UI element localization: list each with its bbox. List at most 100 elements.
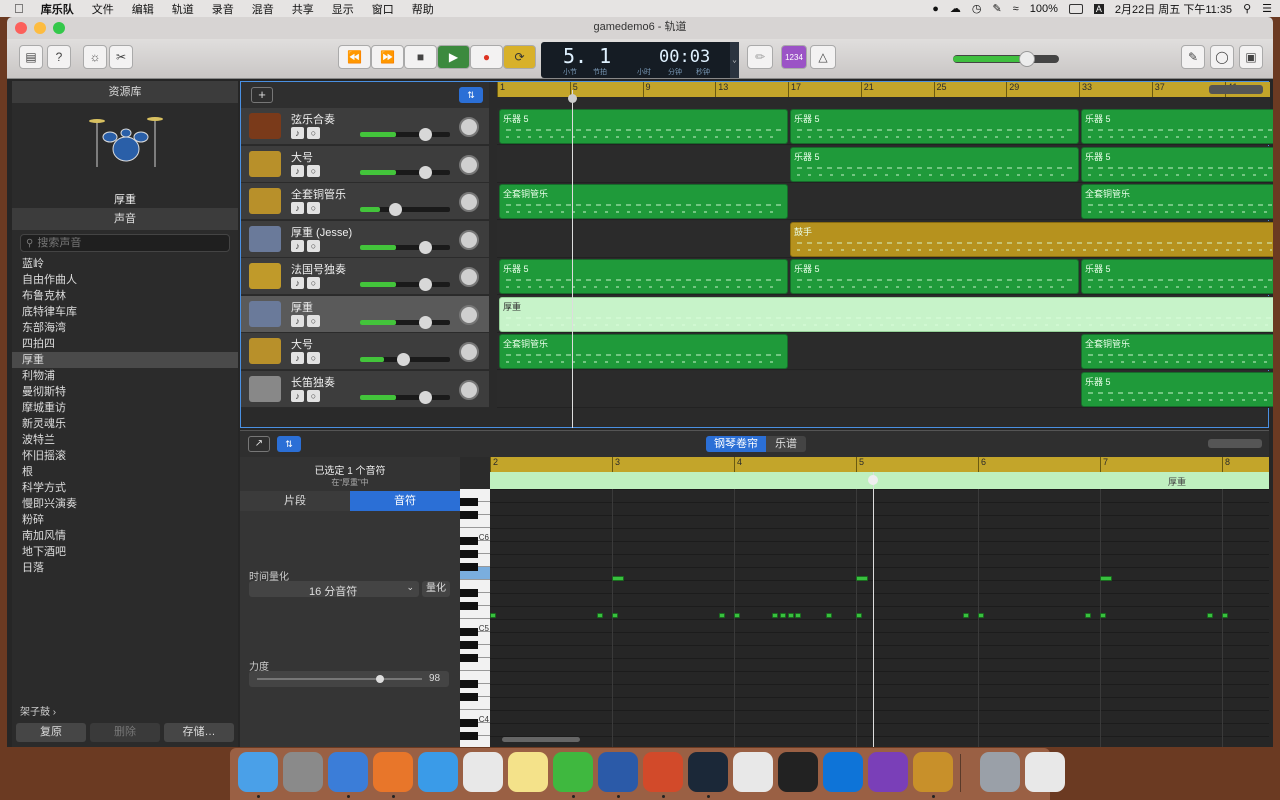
pan-knob[interactable] [459,192,479,212]
record-button[interactable]: ● [470,45,503,69]
notification-center-icon[interactable]: ☰ [1262,2,1272,15]
headphones-icon[interactable]: ○ [307,202,320,214]
midi-note[interactable] [1085,613,1091,618]
region[interactable]: 全套铜管乐 [1081,184,1273,219]
headphones-icon[interactable]: ○ [307,314,320,327]
close-window-button[interactable] [15,22,27,34]
dock-icon-废纸篓[interactable] [1025,752,1065,792]
region[interactable]: 乐器 5 [790,146,1079,182]
mute-icon[interactable]: ♪ [291,389,304,402]
region[interactable]: 乐器 5 [1081,146,1273,182]
dock-icon-launchpad[interactable] [283,752,323,792]
sound-item[interactable]: 布鲁克林 [12,288,238,304]
zoom-slider[interactable] [1209,85,1263,94]
midi-note[interactable] [490,613,496,618]
minimize-window-button[interactable] [34,22,46,34]
headphones-icon[interactable]: ○ [307,127,320,139]
sound-item[interactable]: 南加风情 [12,528,238,544]
piano-black-key[interactable] [460,641,478,649]
piano-black-key[interactable] [460,563,478,571]
dock-icon-word[interactable] [598,752,638,792]
editor-region-bar[interactable]: 厚重 [490,472,1269,489]
pan-knob[interactable] [459,267,479,287]
metronome-button[interactable]: △ [810,45,836,69]
piano-black-key[interactable] [460,498,478,506]
stop-button[interactable]: ■ [404,45,437,69]
media-browser-button[interactable]: ▣ [1239,45,1263,69]
editor-zoom-slider[interactable] [1208,439,1262,448]
play-button[interactable]: ▶ [437,45,470,69]
midi-note[interactable] [612,613,618,618]
kit-breadcrumb[interactable]: 架子鼓 › [12,704,238,722]
dock-icon-teamviewer[interactable] [823,752,863,792]
midi-note[interactable] [856,576,868,581]
master-volume-slider[interactable] [953,51,1059,67]
piano-keyboard[interactable]: C6 C5 C4 [460,489,490,747]
apple-menu-icon[interactable]:  [0,1,32,16]
menu-mix[interactable]: 混音 [243,1,283,17]
piano-black-key[interactable] [460,628,478,636]
region[interactable]: 乐器 5 [790,109,1079,144]
wifi-icon[interactable]: ≈ [1013,3,1019,15]
dock-icon-qq浏览器[interactable] [328,752,368,792]
headphones-icon[interactable]: ○ [307,277,320,289]
track-volume-slider[interactable] [360,203,450,216]
track-header[interactable]: 长笛独奏 ♪ ○ [241,370,489,408]
tab-score[interactable]: 乐谱 [766,436,806,452]
tab-piano-roll[interactable]: 钢琴卷帘 [706,436,766,452]
track-header[interactable]: 厚重 ♪ ○ [241,295,489,333]
sound-item[interactable]: 地下酒吧 [12,544,238,560]
region[interactable]: 乐器 5 [1081,259,1273,294]
delete-button[interactable]: 删除 [90,723,160,742]
region[interactable]: 乐器 5 [499,259,788,294]
count-in-button[interactable]: 1234 [781,45,807,69]
battery-icon[interactable] [1068,3,1083,14]
sound-item[interactable]: 日落 [12,560,238,576]
mute-icon[interactable]: ♪ [291,352,304,364]
search-sounds-input[interactable] [33,237,214,249]
editor-playhead-handle[interactable] [868,475,878,485]
sound-item[interactable]: 蓝岭 [12,256,238,272]
editor-filter-icon[interactable]: ⇅ [277,436,301,452]
midi-note[interactable] [734,613,740,618]
pan-knob[interactable] [459,229,479,250]
editors-button[interactable]: ✂ [109,45,133,69]
library-toggle-button[interactable]: ▤ [19,45,43,69]
track-volume-slider[interactable] [360,315,450,329]
dock-icon-garageband[interactable] [913,752,953,792]
track-header[interactable]: 弦乐合奏 ♪ ○ [241,108,489,145]
menu-window[interactable]: 窗口 [363,1,403,17]
midi-note[interactable] [795,613,801,618]
lcd-display[interactable]: 5. 1 小节 节拍 00:03 小时 分钟 秒钟 ⌄ [541,42,739,78]
add-track-button[interactable]: + [251,87,273,103]
mute-icon[interactable]: ♪ [291,127,304,139]
track-volume-slider[interactable] [360,165,450,179]
menu-file[interactable]: 文件 [83,1,123,17]
dock-icon-preview[interactable] [980,752,1020,792]
menu-app[interactable]: 库乐队 [32,1,83,17]
sound-item[interactable]: 慢即兴演奏 [12,496,238,512]
dock-icon-firefox[interactable] [373,752,413,792]
track-header[interactable]: 大号 ♪ ○ [241,145,489,183]
dock-icon-微信[interactable] [553,752,593,792]
midi-note[interactable] [1100,576,1112,581]
dock-icon-safari[interactable] [418,752,458,792]
piano-black-key[interactable] [460,589,478,597]
dock-icon-unity[interactable] [778,752,818,792]
sound-item[interactable]: 摩城重访 [12,400,238,416]
region[interactable]: 全套铜管乐 [499,184,788,219]
note-grid[interactable] [490,489,1269,747]
menu-help[interactable]: 帮助 [403,1,443,17]
smart-controls-button[interactable]: ☼ [83,45,107,69]
notepad-button[interactable]: ✎ [1181,45,1205,69]
menu-record[interactable]: 录音 [203,1,243,17]
menu-track[interactable]: 轨道 [163,1,203,17]
midi-note[interactable] [788,613,794,618]
sound-item[interactable]: 科学方式 [12,480,238,496]
menu-clock[interactable]: 2月22日 周五 下午11:35 [1115,1,1232,17]
lcd-mode-chevron-icon[interactable]: ⌄ [730,42,739,78]
mute-icon[interactable]: ♪ [291,314,304,327]
mute-icon[interactable]: ♪ [291,239,304,252]
piano-black-key[interactable] [460,693,478,701]
tab-region[interactable]: 片段 [240,491,350,511]
